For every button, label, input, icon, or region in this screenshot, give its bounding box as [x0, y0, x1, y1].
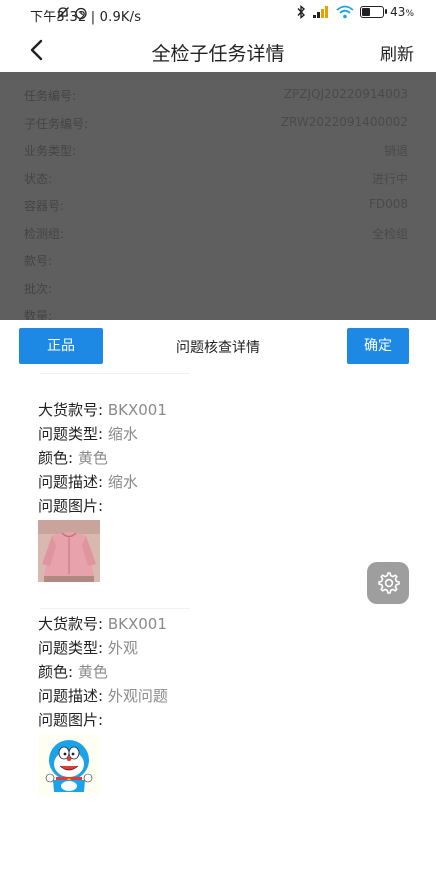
detail-value: 进行中 [371, 171, 408, 186]
description-row: 问题描述: 外观问题 [38, 687, 168, 705]
detail-row: 子任务编号: ZRW2022091400002 [0, 108, 436, 136]
refresh-button[interactable]: 刷新 [380, 40, 414, 65]
detail-row: 批次: [0, 273, 436, 301]
detail-value: ZRW2022091400002 [280, 114, 408, 129]
detail-row: 业务类型: 销退 [0, 135, 436, 163]
detail-row: 检测组: 全检组 [0, 218, 436, 246]
detail-label: 状态: [24, 171, 53, 186]
issue-type-row: 问题类型: 外观 [38, 639, 138, 657]
detail-value: ZPZJQJ20220914003 [283, 87, 408, 101]
bluetooth-icon [297, 5, 306, 19]
detail-value: 销退 [383, 144, 408, 158]
image-label: 问题图片: [38, 497, 104, 515]
gear-icon [378, 572, 400, 594]
status-icons: 43% [57, 5, 414, 20]
detail-value: FD008 [368, 197, 408, 211]
mute-bell-icon [57, 7, 70, 19]
detail-label: 批次: [24, 281, 53, 296]
issue-photo-sweater[interactable] [38, 520, 100, 582]
issue-photo-cartoon[interactable] [38, 734, 100, 796]
color-row: 颜色: 黄色 [38, 449, 108, 467]
color-row: 颜色: 黄色 [38, 663, 108, 681]
detail-label: 检测组: [24, 226, 65, 241]
divider [40, 608, 190, 609]
detail-row: 状态: 进行中 [0, 163, 436, 191]
battery-percent: 43% [390, 5, 414, 19]
navigation-bar: 全检子任务详情 刷新 [0, 28, 436, 72]
detail-row: 数量: [0, 300, 436, 320]
battery-icon [360, 6, 388, 18]
page-title: 全检子任务详情 [151, 43, 285, 65]
confirm-button[interactable]: 确定 [347, 328, 409, 364]
detail-row: 容器号: FD008 [0, 190, 436, 218]
divider [40, 373, 190, 374]
status-bar: 下午3:32 | 0.9K/s 43% [0, 0, 436, 28]
subtask-details-overlay: 任务编号: ZPZJQJ20220914003 子任务编号: ZRW202209140… [0, 72, 436, 320]
detail-label: 任务编号: [24, 89, 77, 103]
issue-card: 大货款号: BKX001 问题类型: 缩水 颜色: 黄色 问题描述: 缩水 问题… [38, 398, 398, 582]
style-number-row: 大货款号: BKX001 [38, 401, 167, 419]
battery-level [362, 8, 371, 16]
detail-value: 全检组 [371, 226, 408, 241]
detail-label: 子任务编号: [24, 116, 89, 131]
detail-label: 容器号: [24, 199, 65, 213]
detail-label: 业务类型: [24, 144, 77, 158]
wifi-icon [336, 5, 354, 19]
issue-card: 大货款号: BKX001 问题类型: 外观 颜色: 黄色 问题描述: 外观问题 … [38, 612, 398, 796]
description-row: 问题描述: 缩水 [38, 473, 138, 491]
issue-review-sheet: 正品 问题核查详情 确定 大货款号: BKX001 问题类型: 缩水 颜色: 黄… [0, 320, 436, 888]
signal-icon [313, 6, 329, 18]
detail-label: 数量: [24, 309, 53, 320]
detail-row: 任务编号: ZPZJQJ20220914003 [0, 80, 436, 108]
detail-label: 款号: [24, 254, 53, 268]
detail-row: 款号: [0, 245, 436, 273]
image-label: 问题图片: [38, 711, 104, 729]
settings-floating-button[interactable] [367, 562, 409, 604]
alarm-icon [75, 7, 87, 20]
issue-type-row: 问题类型: 缩水 [38, 425, 138, 443]
style-number-row: 大货款号: BKX001 [38, 615, 167, 633]
